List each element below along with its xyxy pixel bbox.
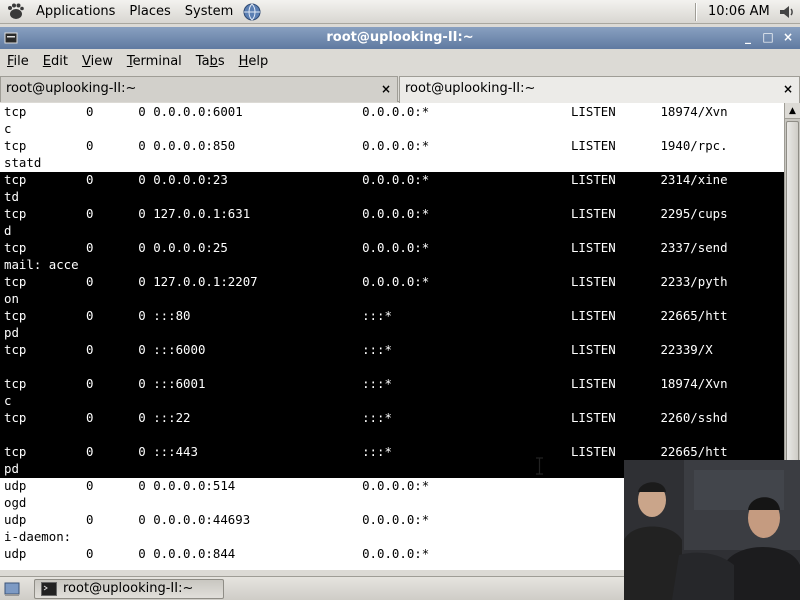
terminal-line: c xyxy=(4,393,12,408)
clock[interactable]: 10:06 AM xyxy=(708,0,770,24)
terminal-line: tcp 0 0 :::6000 :::* LISTEN 22339/X xyxy=(4,342,713,357)
menu-help-rest: elp xyxy=(248,54,269,69)
top-panel: Applications Places System 10:06 AM xyxy=(0,0,800,24)
menu-edit[interactable]: Edit xyxy=(36,50,75,74)
menu-help[interactable]: Help xyxy=(232,50,276,74)
window-title: root@uplooking-II:~ xyxy=(326,30,474,45)
menu-terminal[interactable]: Terminal xyxy=(120,50,189,74)
menu-tabs-pre: Ta xyxy=(195,54,210,69)
tab-label: root@uplooking-II:~ xyxy=(6,81,137,96)
gnome-foot-icon[interactable] xyxy=(5,2,25,22)
window-titlebar[interactable]: root@uplooking-II:~ xyxy=(0,27,800,49)
menu-terminal-rest: erminal xyxy=(132,54,182,69)
menu-view-rest: iew xyxy=(90,54,113,69)
terminal-line: tcp 0 0 :::443 :::* LISTEN 22665/htt xyxy=(4,444,728,459)
applications-menu[interactable]: Applications xyxy=(29,0,122,24)
tab-label: root@uplooking-II:~ xyxy=(405,81,536,96)
terminal-line: tcp 0 0 :::80 :::* LISTEN 22665/htt xyxy=(4,308,728,323)
close-icon[interactable]: × xyxy=(780,29,796,45)
terminal-line: tcp 0 0 0.0.0.0:23 0.0.0.0:* LISTEN 2314… xyxy=(4,172,728,187)
terminal-line: tcp 0 0 127.0.0.1:631 0.0.0.0:* LISTEN 2… xyxy=(4,206,728,221)
webcam-video-overlay xyxy=(624,460,800,600)
tab-close-icon[interactable]: × xyxy=(783,77,793,101)
menu-bar: File Edit View Terminal Tabs Help xyxy=(0,50,800,74)
ibeam-cursor-icon xyxy=(536,457,543,475)
taskbar-label: root@uplooking-II:~ xyxy=(63,581,194,596)
menu-tabs[interactable]: Tabs xyxy=(189,50,232,74)
terminal-line: pd xyxy=(4,325,19,340)
terminal-line: tcp 0 0 0.0.0.0:850 0.0.0.0:* LISTEN 194… xyxy=(4,138,728,153)
minimize-icon[interactable]: _ xyxy=(740,29,756,45)
terminal-app-icon xyxy=(41,582,57,596)
system-menu[interactable]: System xyxy=(178,0,240,24)
terminal-line: on xyxy=(4,291,19,306)
menu-edit-mnemonic: E xyxy=(42,54,51,69)
show-desktop-icon[interactable] xyxy=(4,581,20,597)
places-menu[interactable]: Places xyxy=(122,0,177,24)
tab-bar: root@uplooking-II:~ × root@uplooking-II:… xyxy=(0,74,800,103)
menu-view[interactable]: View xyxy=(75,50,120,74)
volume-icon[interactable] xyxy=(778,3,796,21)
taskbar-terminal-button[interactable]: root@uplooking-II:~ xyxy=(34,579,224,599)
tab-terminal-2[interactable]: root@uplooking-II:~ × xyxy=(399,76,800,103)
scroll-up-arrow-icon[interactable]: ▲ xyxy=(785,103,800,119)
panel-separator xyxy=(695,3,697,21)
terminal-line: tcp 0 0 :::6001 :::* LISTEN 18974/Xvn xyxy=(4,376,728,391)
maximize-icon[interactable]: □ xyxy=(760,29,776,45)
tab-close-icon[interactable]: × xyxy=(381,77,391,101)
menu-edit-rest: dit xyxy=(51,54,68,69)
tab-terminal-1[interactable]: root@uplooking-II:~ × xyxy=(0,76,398,102)
window-menu-icon[interactable] xyxy=(4,31,18,45)
menu-help-mnemonic: H xyxy=(238,54,249,69)
terminal-line: tcp 0 0 127.0.0.1:2207 0.0.0.0:* LISTEN … xyxy=(4,274,728,289)
terminal-line: tcp 0 0 0.0.0.0:25 0.0.0.0:* LISTEN 2337… xyxy=(4,240,728,255)
terminal-line: d xyxy=(4,223,12,238)
menu-file[interactable]: File xyxy=(0,50,36,74)
terminal-line: statd xyxy=(4,155,42,170)
menu-view-mnemonic: V xyxy=(81,54,91,69)
globe-launcher-icon[interactable] xyxy=(242,2,262,22)
terminal-line: td xyxy=(4,189,19,204)
terminal-line: c xyxy=(4,121,12,136)
menu-tabs-rest: s xyxy=(217,54,225,69)
terminal-line: mail: acce xyxy=(4,257,79,272)
menu-file-rest: ile xyxy=(13,54,29,69)
terminal-line: tcp 0 0 :::22 :::* LISTEN 2260/sshd xyxy=(4,410,728,425)
menu-tabs-mnemonic: b xyxy=(209,54,218,69)
terminal-line: tcp 0 0 0.0.0.0:6001 0.0.0.0:* LISTEN 18… xyxy=(4,104,728,119)
